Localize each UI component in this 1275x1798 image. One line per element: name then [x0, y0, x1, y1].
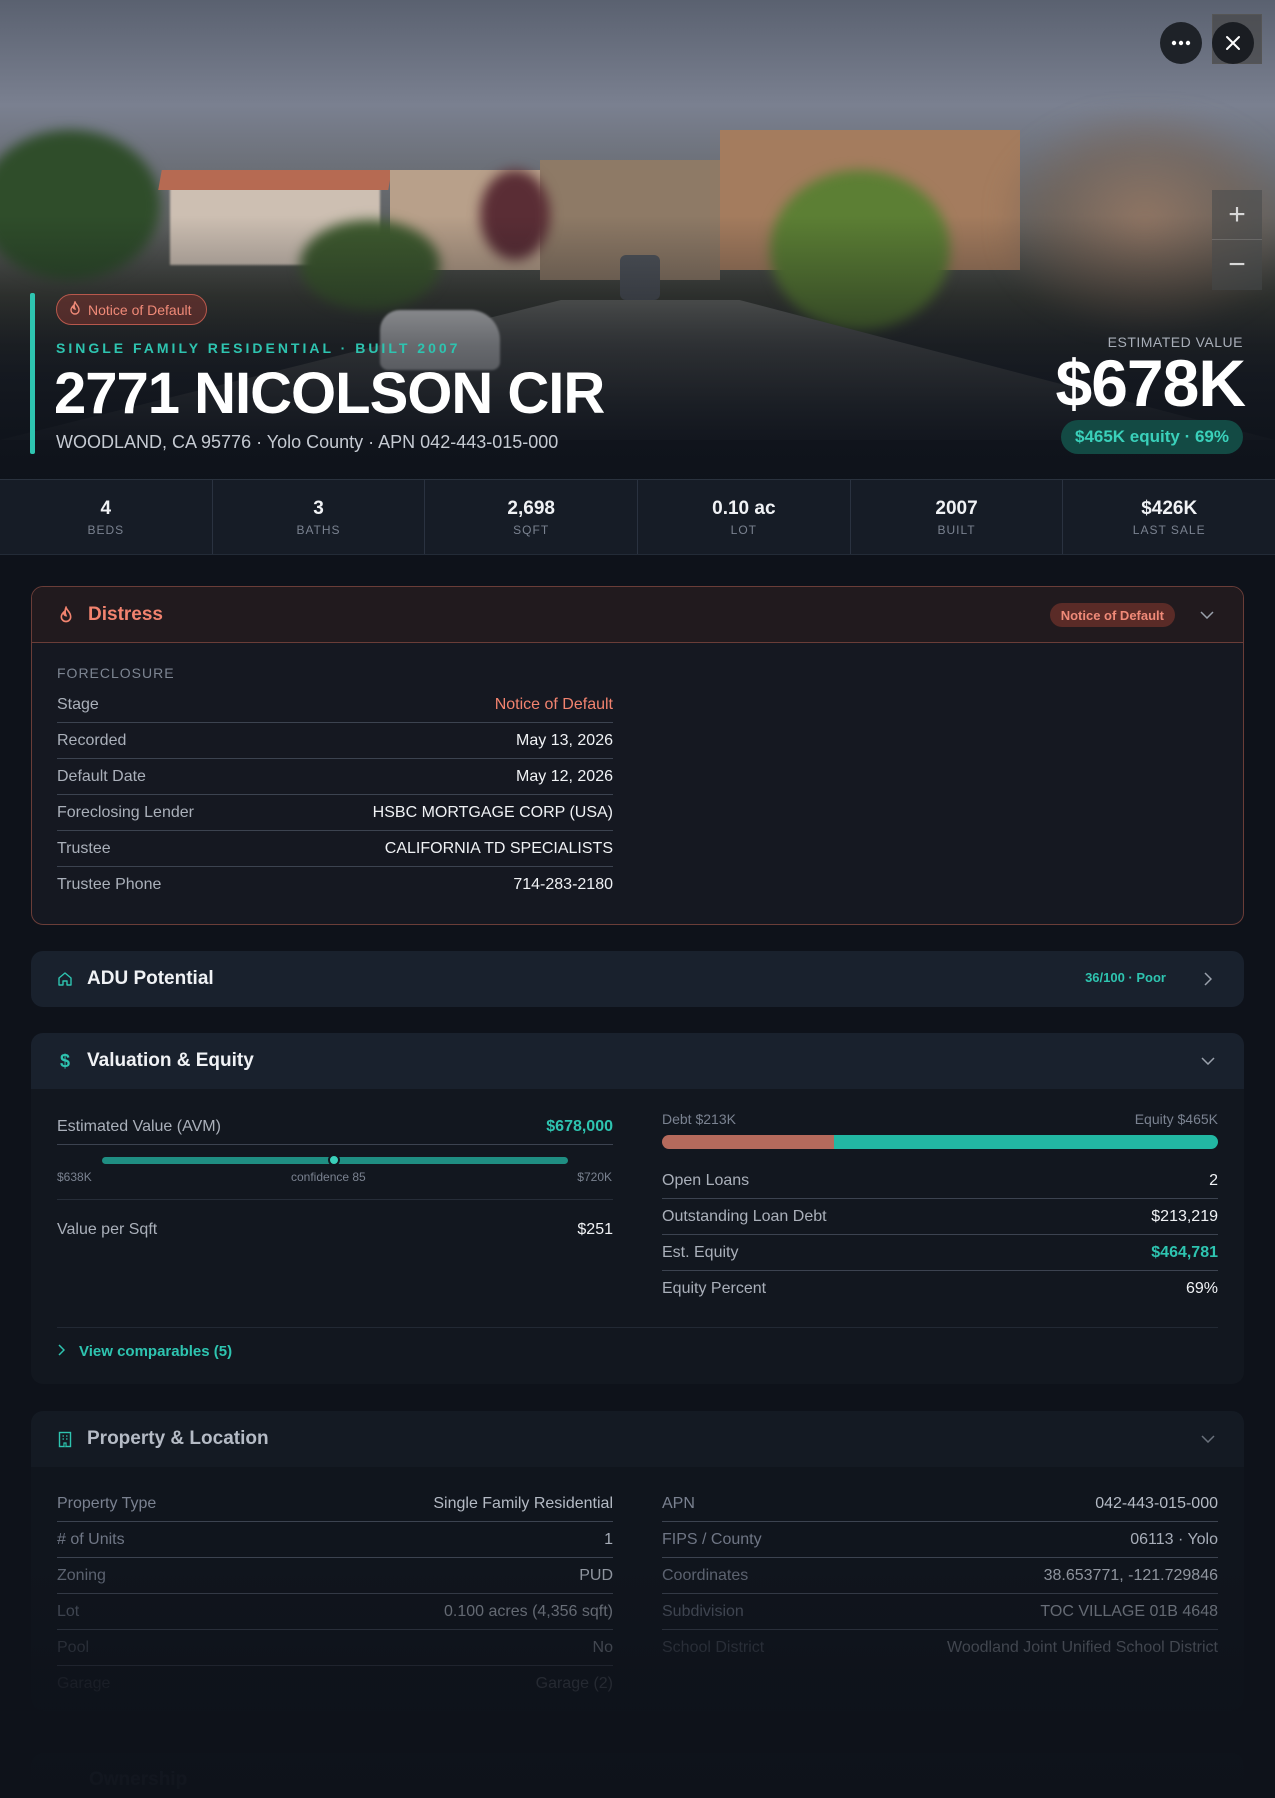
adu-score: 36/100 · Poor: [1085, 970, 1166, 985]
debt-equity-bar: [662, 1135, 1218, 1149]
distress-title: Distress: [88, 603, 163, 625]
debt-segment: [662, 1135, 835, 1149]
home-icon: [55, 971, 75, 987]
view-comparables-link[interactable]: View comparables (5): [58, 1343, 232, 1360]
close-icon[interactable]: [1212, 22, 1254, 64]
property-kicker: SINGLE FAMILY RESIDENTIAL · BUILT 2007: [56, 340, 461, 356]
property-header[interactable]: Property & Location: [31, 1411, 1244, 1467]
building-icon: [55, 1431, 75, 1448]
kv-row: Foreclosing Lender HSBC MORTGAGE CORP (US…: [57, 795, 613, 831]
debt-label: Debt $213K: [662, 1111, 736, 1127]
property-title: Property & Location: [87, 1428, 269, 1449]
kv-row: Zoning PUD: [57, 1558, 613, 1594]
range-low: $638K: [57, 1170, 92, 1184]
stat-sqft: 2,698 SQFT: [425, 480, 639, 554]
distress-status-badge: Notice of Default: [1049, 603, 1175, 627]
kv-row: # of Units 1: [57, 1522, 613, 1558]
flame-icon: [69, 300, 81, 318]
ownership-card[interactable]: Ownership: [31, 1753, 1244, 1798]
divider: [57, 1327, 1218, 1328]
divider: [57, 1199, 613, 1200]
kv-row: Est. Equity $464,781: [662, 1235, 1218, 1271]
avm-marker: [328, 1154, 340, 1166]
more-icon[interactable]: [1160, 22, 1202, 64]
kv-row: Open Loans 2: [662, 1163, 1218, 1199]
chevron-down-icon[interactable]: [1198, 1429, 1218, 1449]
kv-row: Trustee CALIFORNIA TD SPECIALISTS: [57, 831, 613, 867]
property-subaddress: WOODLAND, CA 95776 · Yolo County · APN 0…: [56, 432, 559, 452]
estimated-value: $678K: [1055, 346, 1246, 420]
zoom-in-icon[interactable]: +: [1212, 190, 1262, 240]
valuation-title: Valuation & Equity: [87, 1050, 254, 1071]
kv-row: Lot 0.100 acres (4,356 sqft): [57, 1594, 613, 1630]
distress-badge: Notice of Default: [56, 294, 207, 325]
adu-card[interactable]: ADU Potential 36/100 · Poor: [31, 951, 1244, 1007]
kv-row: Garage Garage (2): [57, 1675, 613, 1692]
kv-row: Outstanding Loan Debt $213,219: [662, 1199, 1218, 1235]
ownership-title: Ownership: [89, 1769, 188, 1790]
range-high: $720K: [577, 1170, 612, 1184]
kv-row: Default Date May 12, 2026: [57, 759, 613, 795]
valuation-header[interactable]: $ Valuation & Equity: [31, 1033, 1244, 1089]
confidence-label: confidence 85: [291, 1170, 366, 1184]
ppsf-row: Value per Sqft $251: [57, 1221, 613, 1238]
map-zoom-control: + −: [1212, 190, 1262, 290]
property-list-right: APN 042-443-015-000 FIPS / County 06113 · …: [662, 1486, 1218, 1666]
kv-row: Stage Notice of Default: [57, 687, 613, 723]
zoom-out-icon[interactable]: −: [1212, 240, 1262, 290]
equity-label: Equity $465K: [1134, 1111, 1218, 1127]
equity-segment: [834, 1135, 1218, 1149]
hero-accent-bar: [30, 293, 35, 454]
distress-card: Distress Notice of Default FORECLOSURE S…: [31, 586, 1244, 925]
stat-lot: 0.10 ac LOT: [638, 480, 851, 554]
distress-header[interactable]: Distress Notice of Default: [32, 587, 1243, 643]
property-address: 2771 NICOLSON CIR: [54, 361, 605, 426]
adu-title: ADU Potential: [87, 968, 214, 989]
kv-row: Pool No: [57, 1630, 613, 1666]
loan-list: Open Loans 2 Outstanding Loan Debt $213,21…: [662, 1163, 1218, 1307]
kv-row: School District Woodland Joint Unified Sc…: [662, 1639, 1218, 1656]
chevron-right-icon[interactable]: [1198, 969, 1218, 989]
kv-row: Coordinates 38.653771, -121.729846: [662, 1558, 1218, 1594]
stat-baths: 3 BATHS: [213, 480, 426, 554]
kv-row: Recorded May 13, 2026: [57, 723, 613, 759]
chevron-right-icon: [58, 1343, 66, 1360]
stats-bar: 4 BEDS 3 BATHS 2,698 SQFT 0.10 ac LOT 2007 BU…: [0, 480, 1275, 555]
kv-row: Equity Percent 69%: [662, 1280, 1218, 1297]
kv-row: Trustee Phone 714-283-2180: [57, 876, 613, 893]
foreclosure-list: Stage Notice of Default Recorded May 13, 2…: [57, 687, 613, 903]
avm-row: Estimated Value (AVM) $678,000: [57, 1109, 613, 1145]
kv-row: FIPS / County 06113 · Yolo: [662, 1522, 1218, 1558]
chevron-down-icon[interactable]: [1198, 1051, 1218, 1071]
chevron-down-icon[interactable]: [1197, 605, 1217, 625]
kv-row: Property Type Single Family Residential: [57, 1486, 613, 1522]
equity-chip: $465K equity · 69%: [1060, 420, 1243, 454]
dollar-icon: $: [59, 1050, 70, 1071]
adu-header[interactable]: ADU Potential 36/100 · Poor: [31, 951, 1244, 1007]
flame-icon: [56, 606, 76, 623]
foreclosure-section-label: FORECLOSURE: [57, 665, 175, 681]
stat-built: 2007 BUILT: [851, 480, 1064, 554]
kv-row: Subdivision TOC VILLAGE 01B 4648: [662, 1594, 1218, 1630]
stat-last-sale: $426K LAST SALE: [1132, 497, 1206, 537]
stat-beds: 4 BEDS: [0, 480, 213, 554]
property-list-left: Property Type Single Family Residential #…: [57, 1486, 613, 1702]
kv-row: APN 042-443-015-000: [662, 1486, 1218, 1522]
